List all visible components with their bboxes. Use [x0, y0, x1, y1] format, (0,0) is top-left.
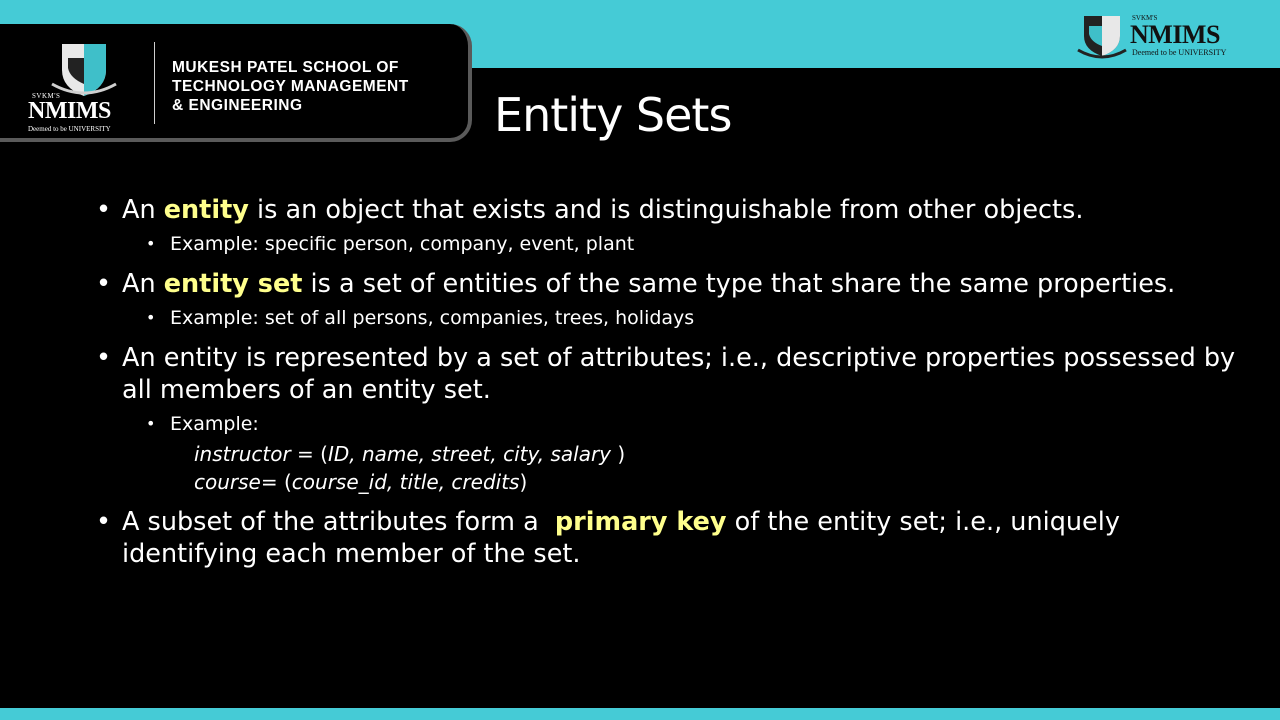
- nmims-shield-icon: [1077, 16, 1127, 59]
- nmims-logo: SVKM'S NMIMS Deemed to be UNIVERSITY: [22, 40, 146, 133]
- highlight-term: entity set: [163, 269, 303, 299]
- text: is an object that exists and is distingu…: [248, 195, 1084, 225]
- text: is a set of entities of the same type th…: [302, 269, 1176, 299]
- bullet-icon: •: [146, 308, 156, 327]
- text: course_id, title, credits: [291, 470, 520, 494]
- bullet-icon: •: [146, 234, 156, 253]
- text: (: [283, 470, 292, 494]
- highlight-term: entity: [163, 195, 249, 225]
- bullet-icon: •: [96, 507, 112, 537]
- text: Example: specific person, company, event…: [170, 233, 635, 255]
- logo-nmims-text: NMIMS: [28, 98, 111, 124]
- bullet-entity-set: • An entity set is a set of entities of t…: [96, 268, 1246, 300]
- text: ID, name, street, city, salary: [327, 442, 618, 466]
- nmims-shield-icon: [51, 44, 117, 96]
- text: Example:: [170, 413, 259, 435]
- text: course=: [194, 470, 284, 494]
- text: An: [122, 195, 164, 225]
- logo-nmims-text: NMIMS: [1130, 20, 1220, 49]
- sub-bullet-entity-example: • Example: specific person, company, even…: [96, 230, 1246, 258]
- header-divider: [154, 42, 155, 124]
- text: Example: set of all persons, companies, …: [170, 307, 695, 329]
- text: An: [122, 269, 164, 299]
- example-course: course= (course_id, title, credits): [96, 468, 1246, 496]
- sub-bullet-entity-set-example: • Example: set of all persons, companies,…: [96, 304, 1246, 332]
- bottom-accent-bar: [0, 708, 1280, 720]
- example-instructor: instructor = (ID, name, street, city, sa…: [96, 440, 1246, 468]
- nmims-logo-right: SVKM'S NMIMS Deemed to be UNIVERSITY: [1074, 10, 1244, 62]
- text: A subset of the attributes form a: [122, 507, 555, 537]
- bullet-primary-key: • A subset of the attributes form a prima…: [96, 506, 1246, 570]
- text: instructor =: [194, 442, 321, 466]
- slide-content: • An entity is an object that exists and …: [96, 194, 1246, 570]
- bullet-icon: •: [96, 269, 112, 299]
- sub-bullet-attributes-example: • Example:: [96, 410, 1246, 438]
- highlight-term: primary key: [554, 507, 727, 537]
- bullet-icon: •: [96, 195, 112, 225]
- bullet-entity: • An entity is an object that exists and …: [96, 194, 1246, 226]
- bullet-attributes: • An entity is represented by a set of at…: [96, 342, 1246, 406]
- text: ): [617, 442, 626, 466]
- logo-deemed-text: Deemed to be UNIVERSITY: [28, 125, 111, 133]
- text: An entity is represented by a set of att…: [122, 343, 1236, 405]
- text: ): [519, 470, 528, 494]
- logo-deemed-text: Deemed to be UNIVERSITY: [1132, 48, 1227, 57]
- text: (: [320, 442, 328, 466]
- school-name: MUKESH PATEL SCHOOL OF TECHNOLOGY MANAGE…: [172, 59, 409, 114]
- bullet-icon: •: [146, 414, 156, 433]
- bullet-icon: •: [96, 343, 112, 373]
- header-panel: SVKM'S NMIMS Deemed to be UNIVERSITY MUK…: [0, 24, 472, 142]
- slide-title: Entity Sets: [494, 88, 732, 142]
